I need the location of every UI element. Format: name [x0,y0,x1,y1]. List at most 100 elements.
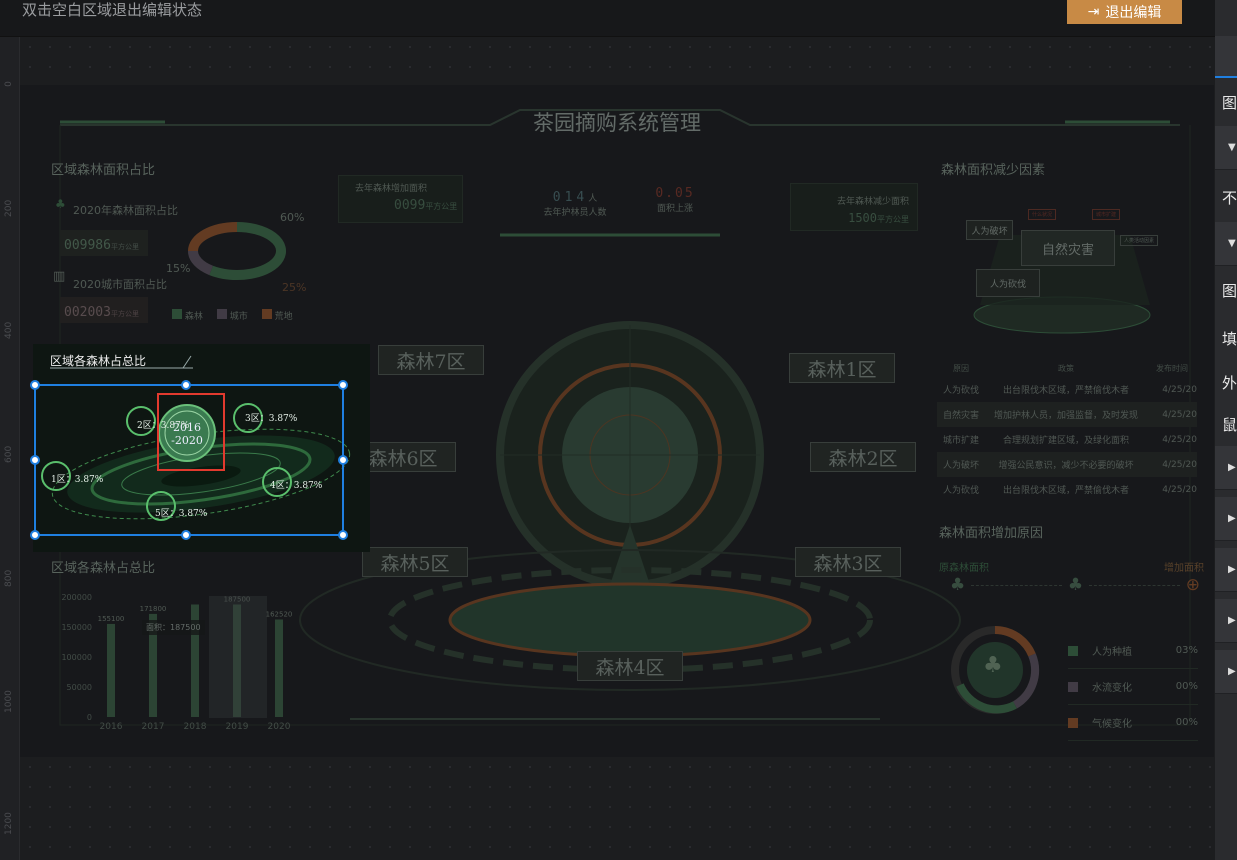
table-cell: 城市扩建 [943,436,980,446]
highlight-box [157,393,225,471]
table-cell: 人为砍伐 [943,386,980,396]
properties-panel: 图 ▼ 不 ▼ 图 填 外 鼠 ▶ ▶ ▶ ▶ ▶ [1215,0,1237,860]
legend-label: 荒地 [274,312,293,322]
panel-title: 区域森林面积占比 [51,163,156,178]
stat-people-label: 去年护林员人数 [543,208,607,218]
y-tick-label: 200000 [61,593,92,602]
table-cell: 增加护林人员，加强监督，及时发现 [993,411,1138,421]
panel-label: 鼠 [1222,416,1237,434]
panel-title: 森林面积减少因素 [941,163,1046,178]
exit-edit-button[interactable]: ⇥ 退出编辑 [1067,0,1182,24]
forest-value: 009986 [64,238,111,253]
increase-item: 人为种植 03% [1068,633,1198,669]
ruler-tick: 1000 [4,690,14,713]
table-cell: 增强公民意识，减少不必要的破坏 [998,461,1134,471]
legend-swatch [1068,681,1078,692]
resize-handle[interactable] [338,380,348,390]
city-value-box: 002003平方公里 [60,297,148,323]
zone-label[interactable]: 森林2区 [810,442,916,472]
x-tick-label: 2020 [268,722,291,732]
resize-handle[interactable] [338,455,348,465]
stat-added-unit: 平方公里 [425,202,458,211]
zone-label[interactable]: 森林5区 [362,547,468,577]
zone-label[interactable]: 森林7区 [378,345,484,375]
table-cell: 自然灾害 [943,411,980,421]
table-cell: 出台限伐木区域，严禁偷伐木者 [1002,486,1129,496]
bar[interactable] [275,619,283,717]
panel-section-toggle[interactable]: ▶ [1215,497,1237,541]
table-cell: 4/25/20 [1162,434,1197,445]
increase-item-value: 00% [1175,717,1198,728]
exit-edit-label: 退出编辑 [1105,5,1162,21]
caret-down-icon: ▼ [1228,142,1236,153]
x-tick-label: 2017 [142,722,165,732]
tree-icon: ♣ [983,653,1003,678]
caret-right-icon: ▶ [1228,564,1236,575]
resize-handle[interactable] [181,380,191,390]
exit-edit-hint: 双击空白区域退出编辑状态 [22,1,203,19]
city-value: 002003 [64,305,111,320]
table-cell: 4/25/20 [1162,484,1197,495]
stat-rise-label: 面积上涨 [656,204,693,214]
increase-item-label: 人为种植 [1092,647,1132,658]
panel-section-toggle[interactable]: ▶ [1215,599,1237,643]
table-row[interactable]: 人为砍伐 出台限伐木区域，严禁偷伐木者 4/25/20 [937,377,1197,402]
increase-right-tag: 增加面积 [1164,563,1204,574]
forest-caption: 2020年森林面积占比 [73,204,178,217]
table-cell: 合理规划扩建区域，及绿化面积 [1002,436,1129,446]
caret-right-icon: ▶ [1228,462,1236,473]
factor-main[interactable]: 自然灾害 [1021,230,1115,266]
increase-left-tag: 原森林面积 [939,563,989,574]
tree-icon: ♣ [1067,575,1084,595]
table-row[interactable]: 人为破坏 增强公民意识，减少不必要的破坏 4/25/20 [937,452,1197,477]
panel-section-toggle[interactable]: ▼ [1215,126,1237,170]
resize-handle[interactable] [30,380,40,390]
panel-section-toggle[interactable]: ▶ [1215,548,1237,592]
table-row[interactable]: 人为砍伐 出台限伐木区域，严禁偷伐木者 4/25/20 [937,477,1197,502]
building-icon: ▥ [53,269,66,284]
caret-right-icon: ▶ [1228,513,1236,524]
panel-section-toggle[interactable]: ▶ [1215,446,1237,490]
stat-reduced-value: 1500 [848,211,877,225]
panel-section-toggle[interactable]: ▼ [1215,222,1237,266]
tree-icon: ♣ [950,575,966,595]
table-cell: 4/25/20 [1162,409,1197,420]
panel-section-toggle[interactable]: ▶ [1215,650,1237,694]
resize-handle[interactable] [181,530,191,540]
resize-handle[interactable] [30,455,40,465]
legend-swatch [1068,645,1078,656]
forest-bar-chart: 200000 150000 100000 50000 0 2016 155100 2017 17… [61,593,292,732]
bar[interactable] [107,623,115,717]
increase-item-value: 03% [1175,645,1198,656]
zone-label[interactable]: 森林4区 [577,651,683,681]
factor-small-node: 城市扩建 [1092,209,1121,220]
factor-node[interactable]: 人为破坏 [966,220,1013,240]
panel-tab[interactable] [1215,36,1237,78]
tooltip-value: 187500 [170,623,201,632]
stat-reduced-label: 去年森林减少面积 [836,197,909,207]
policy-table: 原因 政策 发布时间 人为砍伐 出台限伐木区域，严禁偷伐木者 4/25/20 自然灾害… [937,359,1197,502]
zone-label[interactable]: 森林1区 [789,353,895,383]
panel-label: 图 [1222,94,1237,112]
table-row[interactable]: 城市扩建 合理规划扩建区域，及绿化面积 4/25/20 [937,427,1197,452]
legend-swatch [172,309,182,319]
stat-people: 014人 去年护林员人数 [530,186,620,218]
zone-label[interactable]: 森林3区 [795,547,901,577]
panel-label: 外 [1222,374,1237,392]
table-row[interactable]: 自然灾害 增加护林人员，加强监督，及时发现 4/25/20 [937,402,1197,427]
forest-value-box: 009986平方公里 [60,230,148,256]
factor-node[interactable]: 人为砍伐 [976,269,1040,297]
ruler-tick: 800 [4,569,14,587]
x-tick-label: 2016 [100,722,123,732]
stat-added-label: 去年森林增加面积 [355,184,428,194]
donut-segment [188,250,214,276]
legend-label: 森林 [184,312,203,322]
resize-handle[interactable] [30,530,40,540]
stat-added-value: 0099 [394,198,426,213]
bar-value-label: 171800 [140,605,167,613]
resize-handle[interactable] [338,530,348,540]
dashboard-title: 茶园摘购系统管理 [533,111,701,135]
table-header-cell: 发布时间 [1156,363,1188,373]
table-body: 人为砍伐 出台限伐木区域，严禁偷伐木者 4/25/20 自然灾害 增加护林人员，加强监督… [937,377,1197,502]
caret-down-icon: ▼ [1228,238,1236,249]
